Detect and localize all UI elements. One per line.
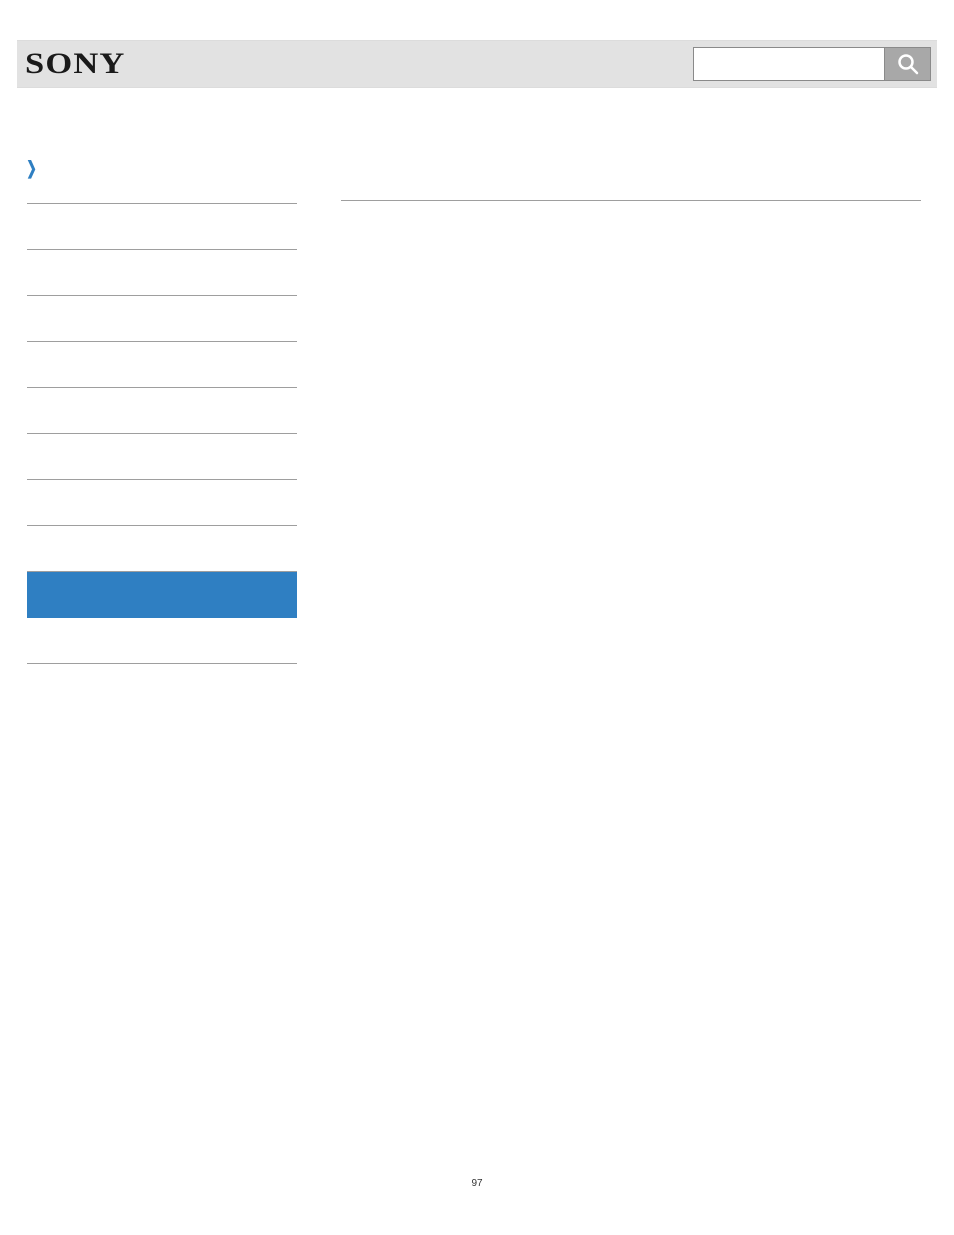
header: SONY [17,40,937,88]
content-divider [341,200,921,201]
search-input[interactable] [693,47,885,81]
sidebar-item-10[interactable] [27,618,297,664]
sidebar-item-0[interactable] [27,158,297,204]
sidebar-item-2[interactable] [27,250,297,296]
sidebar [17,158,297,664]
sidebar-item-7[interactable] [27,480,297,526]
sidebar-item-9[interactable] [27,572,297,618]
brand-logo: SONY [25,47,125,81]
sidebar-item-8[interactable] [27,526,297,572]
breadcrumb-chevron: ❯ [24,158,39,179]
sidebar-item-6[interactable] [27,434,297,480]
sidebar-item-5[interactable] [27,388,297,434]
chevron-right-icon: ❯ [26,158,37,179]
content [17,88,937,664]
main-content [341,158,937,664]
search-button[interactable] [885,47,931,81]
search-icon [897,53,919,75]
sidebar-item-1[interactable] [27,204,297,250]
sidebar-item-3[interactable] [27,296,297,342]
sidebar-item-4[interactable] [27,342,297,388]
search-wrap [693,47,931,81]
page-number: 97 [0,1178,954,1189]
